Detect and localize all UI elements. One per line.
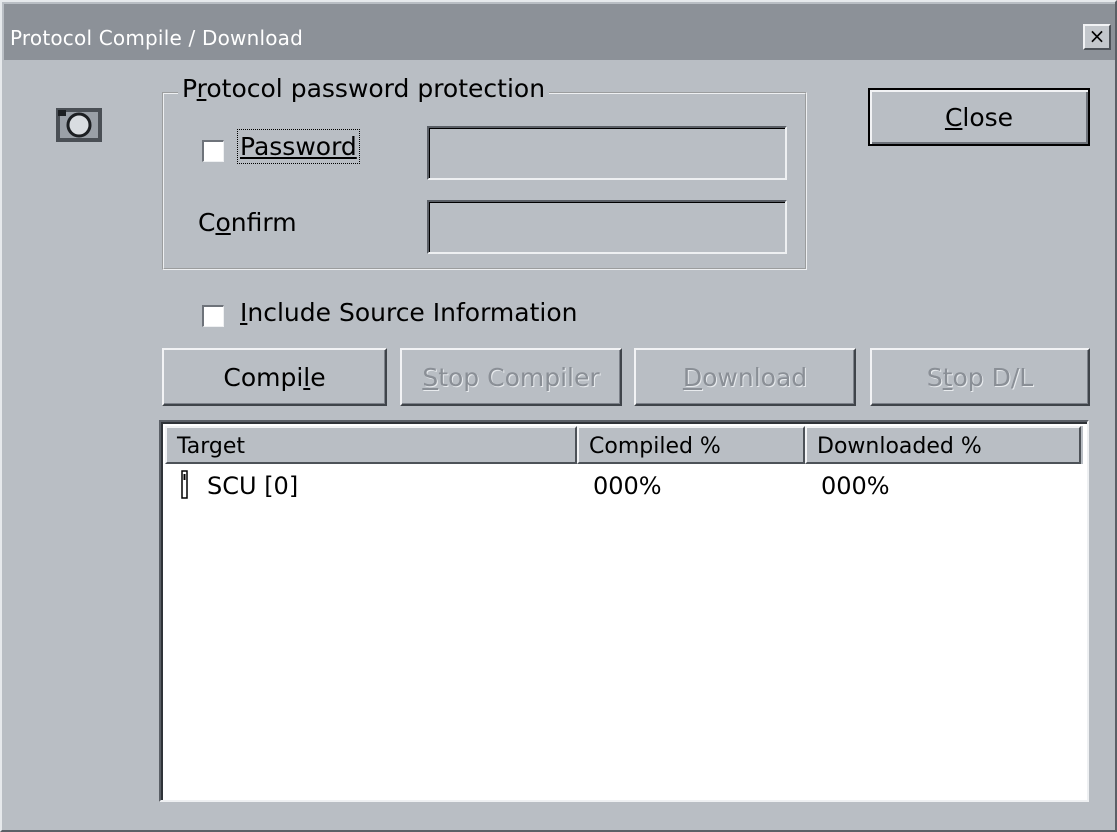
close-button[interactable]: Close: [868, 88, 1090, 146]
password-checkbox[interactable]: [202, 140, 224, 162]
include-source-checkbox[interactable]: [202, 305, 224, 327]
confirm-field[interactable]: [427, 200, 787, 254]
window-title: Protocol Compile / Download: [10, 26, 304, 50]
row-compiled: 000%: [593, 472, 662, 500]
target-list[interactable]: Target Compiled % Downloaded % SCU [0] 0…: [159, 420, 1089, 802]
compile-button[interactable]: Compi l e: [162, 348, 387, 406]
compile-download-dialog: Protocol Compile / Download × Protocol p…: [0, 0, 1117, 832]
column-header-downloaded[interactable]: Downloaded %: [805, 426, 1081, 464]
group-legend: Protocol password protection: [178, 74, 550, 103]
list-header: Target Compiled % Downloaded %: [165, 426, 1083, 464]
row-downloaded: 000%: [821, 472, 890, 500]
stop-download-button[interactable]: St op D/L: [870, 348, 1090, 406]
column-header-compiled[interactable]: Compiled %: [577, 426, 805, 464]
download-button[interactable]: Download: [634, 348, 856, 406]
stop-compiler-button[interactable]: Stop Compiler: [400, 348, 622, 406]
include-source-label[interactable]: Include Source Information: [240, 298, 577, 327]
confirm-label: Confirm: [198, 208, 297, 237]
table-row[interactable]: SCU [0] 000% 000%: [165, 468, 1083, 502]
password-field[interactable]: [427, 126, 787, 180]
title-close-button[interactable]: ×: [1083, 24, 1111, 50]
camera-circle-icon: [54, 106, 104, 144]
password-label[interactable]: Password: [237, 129, 360, 164]
target-device-icon: [181, 470, 189, 506]
row-target: SCU [0]: [207, 472, 299, 500]
title-bar[interactable]: Protocol Compile / Download ×: [4, 4, 1115, 60]
close-icon: ×: [1088, 24, 1106, 48]
column-header-target[interactable]: Target: [165, 426, 577, 464]
